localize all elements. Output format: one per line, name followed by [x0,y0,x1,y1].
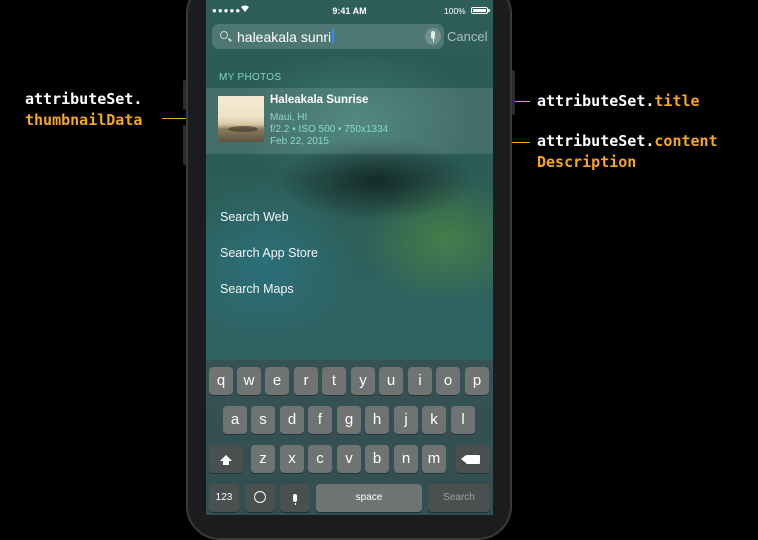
key-z[interactable]: z [251,445,275,473]
cancel-button[interactable]: Cancel [447,29,487,44]
search-key[interactable]: Search [428,484,490,512]
result-date: Feb 22, 2015 [270,136,329,147]
key-f[interactable]: f [308,406,332,434]
annotation-content-prefix: attributeSet. [537,132,655,150]
key-o[interactable]: o [436,367,460,395]
search-query: haleakala sunri [237,29,332,45]
section-header-my-photos: MY PHOTOS [219,72,282,83]
emoji-key[interactable] [245,484,275,512]
result-exif: f/2.2 • ISO 500 • 750x1334 [270,124,389,135]
phone-screen: ●●●●● 9:41 AM 100% haleakala sunri Cance… [206,0,493,515]
microphone-icon[interactable] [425,28,441,45]
phone-power-button [512,70,515,115]
key-n[interactable]: n [394,445,418,473]
annotation-title-prefix: attributeSet. [537,92,655,110]
status-bar: ●●●●● 9:41 AM 100% [206,0,493,22]
key-x[interactable]: x [280,445,304,473]
photo-thumbnail [218,96,264,142]
microphone-icon-keyboard [293,494,297,505]
annotation-content: attributeSet.content Description [537,131,718,173]
key-c[interactable]: c [308,445,332,473]
search-maps-action[interactable]: Search Maps [220,282,294,296]
space-key[interactable]: space [316,484,422,512]
key-a[interactable]: a [223,406,247,434]
battery-icon [471,7,490,14]
key-b[interactable]: b [365,445,389,473]
search-input[interactable]: haleakala sunri [237,29,334,45]
key-t[interactable]: t [322,367,346,395]
key-w[interactable]: w [237,367,261,395]
emoji-icon [254,491,266,503]
key-h[interactable]: h [365,406,389,434]
annotation-content-key2: Description [537,153,637,171]
annotation-thumbnail-key: thumbnailData [25,111,143,129]
phone-volume-button-2 [183,125,186,165]
annotation-thumbnail-prefix: attributeSet. [25,90,143,108]
dictation-key[interactable] [280,484,310,512]
search-web-action[interactable]: Search Web [220,210,289,224]
key-d[interactable]: d [280,406,304,434]
annotation-thumbnail: attributeSet. thumbnailData [25,89,142,131]
key-g[interactable]: g [337,406,361,434]
annotation-title-key: title [654,92,700,110]
key-y[interactable]: y [351,367,375,395]
phone-volume-button [183,80,186,110]
key-m[interactable]: m [422,445,446,473]
result-title: Haleakala Sunrise [270,94,369,106]
key-q[interactable]: q [209,367,233,395]
key-s[interactable]: s [251,406,275,434]
key-l[interactable]: l [451,406,475,434]
delete-icon [461,455,480,464]
key-e[interactable]: e [265,367,289,395]
key-u[interactable]: u [379,367,403,395]
key-v[interactable]: v [337,445,361,473]
keyboard: q w e r t y u i o p a s d f g h j k l z … [206,360,493,515]
shift-icon [220,455,232,465]
key-p[interactable]: p [465,367,489,395]
annotation-content-key1: content [654,132,718,150]
search-result-photo[interactable]: Haleakala Sunrise Maui, HI f/2.2 • ISO 5… [206,88,493,154]
search-icon [220,31,228,39]
text-caret [332,29,334,44]
numbers-key[interactable]: 123 [209,484,239,512]
search-field[interactable]: haleakala sunri [212,24,444,49]
annotation-title: attributeSet.title [537,91,700,112]
key-k[interactable]: k [422,406,446,434]
shift-key[interactable] [209,445,243,473]
battery-percent: 100% [444,6,466,16]
key-r[interactable]: r [294,367,318,395]
result-location: Maui, HI [270,112,308,123]
search-app-store-action[interactable]: Search App Store [220,246,318,260]
delete-key[interactable] [456,445,490,473]
key-j[interactable]: j [394,406,418,434]
key-i[interactable]: i [408,367,432,395]
